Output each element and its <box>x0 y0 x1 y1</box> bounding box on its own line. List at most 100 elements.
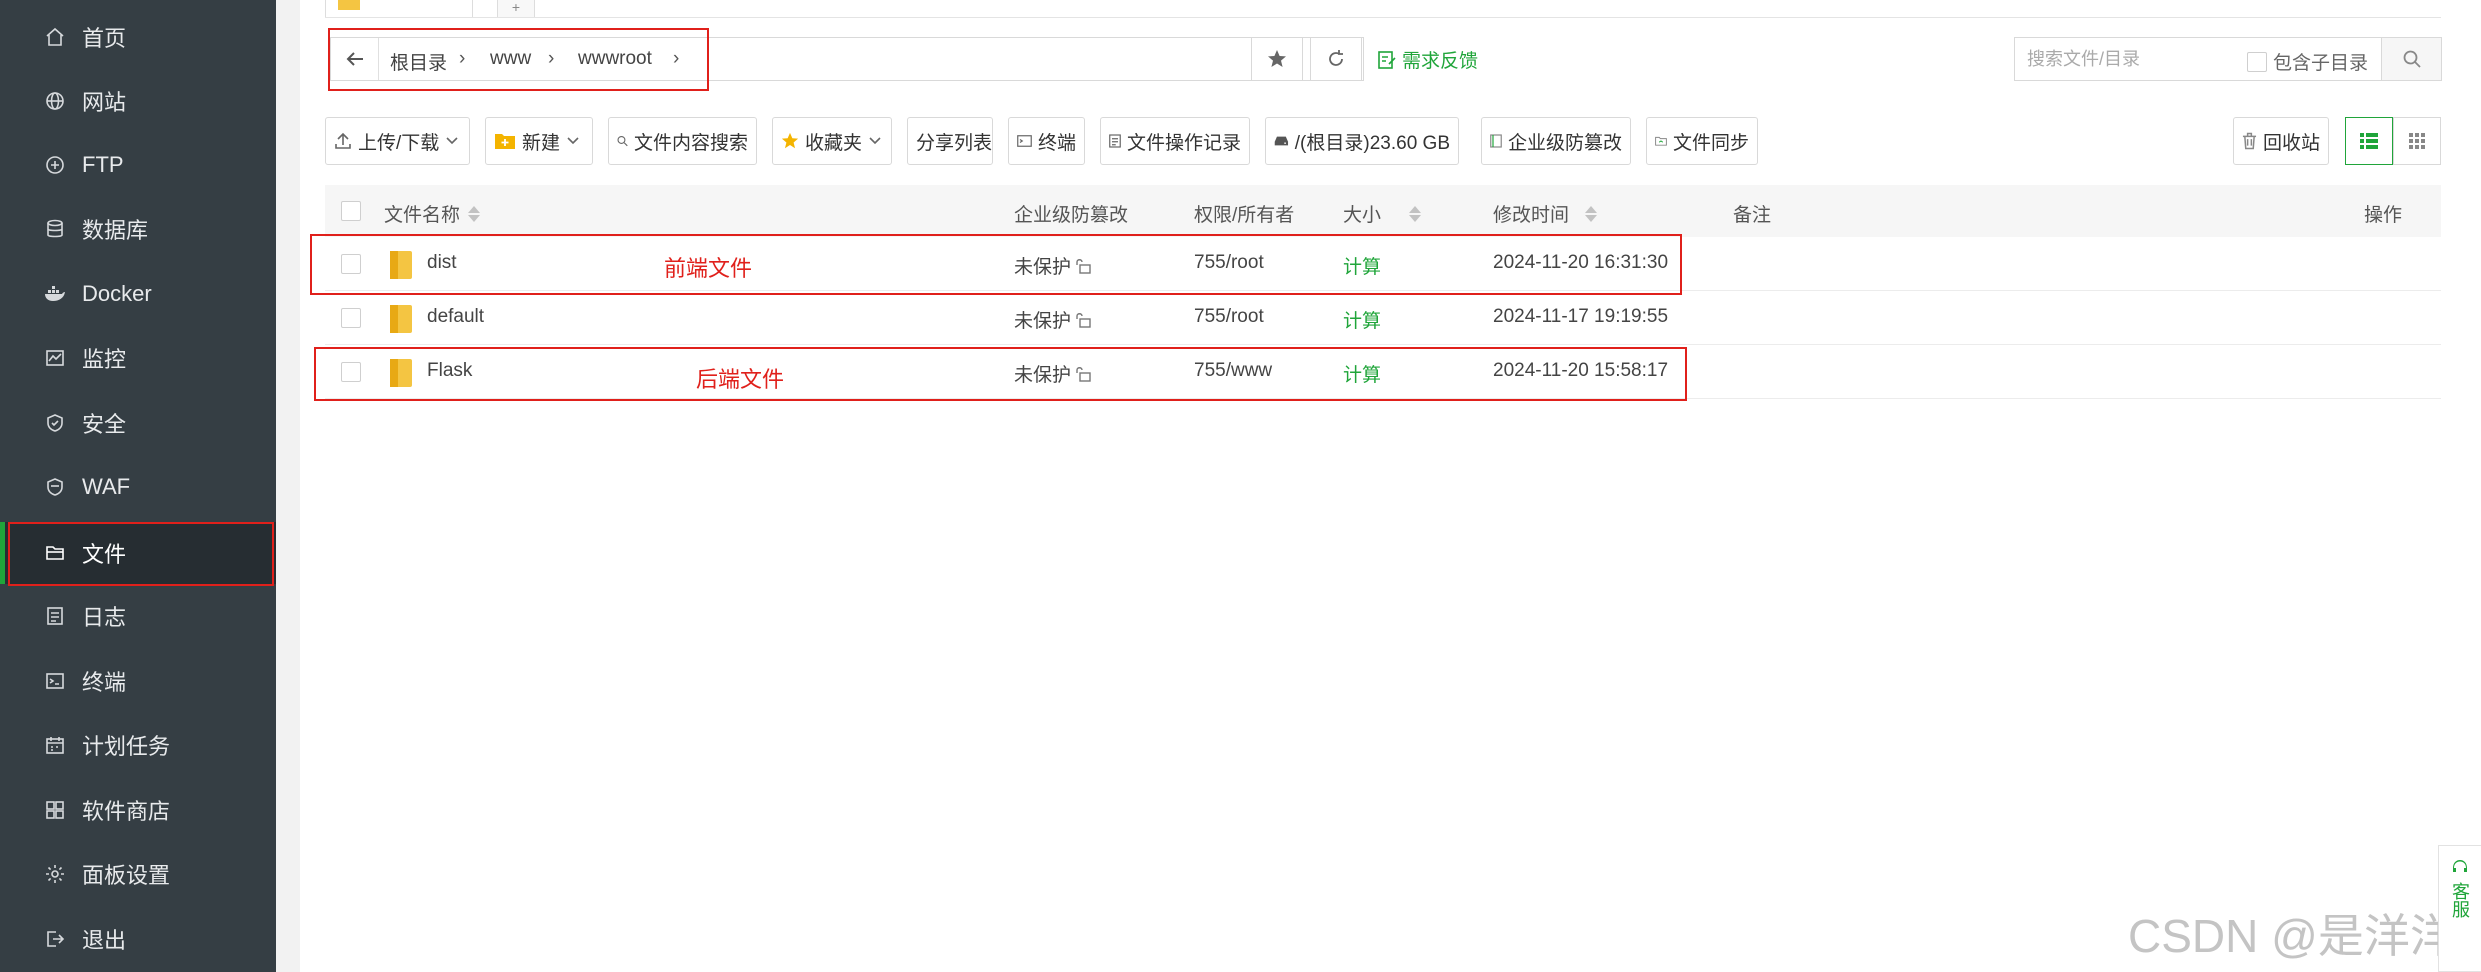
terminal-icon <box>1017 135 1032 147</box>
gear-icon <box>44 863 66 885</box>
grid-view-button[interactable] <box>2393 117 2441 165</box>
sidebar-item-store[interactable]: 软件商店 <box>0 779 276 841</box>
column-name-label: 文件名称 <box>384 205 461 226</box>
column-name[interactable]: 文件名称 <box>384 200 481 227</box>
terminal-label: 终端 <box>1037 132 1076 154</box>
content-search-button[interactable]: 文件内容搜索 <box>608 117 757 165</box>
sidebar-item-settings[interactable]: 面板设置 <box>0 843 276 905</box>
permission-owner[interactable]: 755/root <box>1194 252 1264 274</box>
row-checkbox[interactable] <box>341 254 361 274</box>
tamper-proof-button[interactable]: 企业级防篡改 <box>1481 117 1631 165</box>
chevron-down-icon <box>446 137 458 145</box>
row-checkbox[interactable] <box>341 308 361 328</box>
arrow-left-icon <box>346 52 363 66</box>
tamper-status[interactable]: 未保护 <box>1014 360 1091 387</box>
annotation-frontend: 前端文件 <box>664 256 753 281</box>
recycle-bin-button[interactable]: 回收站 <box>2233 117 2329 165</box>
sidebar-item-ftp[interactable]: FTP <box>0 134 276 196</box>
sidebar-item-home[interactable]: 首页 <box>0 6 276 68</box>
sort-icon <box>1585 205 1598 222</box>
file-sync-label: 文件同步 <box>1672 132 1749 154</box>
breadcrumb-root[interactable]: 根目录 <box>390 48 447 75</box>
sidebar-item-waf[interactable]: WAF <box>0 456 276 518</box>
path-bar[interactable]: 根目录 › www › wwwroot › <box>330 37 1364 81</box>
search-input[interactable] <box>2027 46 2227 72</box>
back-button[interactable] <box>331 38 379 80</box>
favorite-button[interactable] <box>1251 37 1303 81</box>
sidebar-item-files[interactable]: 文件 <box>0 522 276 584</box>
file-name[interactable]: Flask <box>427 360 472 382</box>
chevron-right-icon: › <box>673 48 680 69</box>
sidebar-item-label: 首页 <box>82 26 127 51</box>
column-size[interactable]: 大小 <box>1343 200 1422 227</box>
permission-owner[interactable]: 755/www <box>1194 360 1272 382</box>
column-permission: 权限/所有者 <box>1194 205 1295 226</box>
file-op-log-button[interactable]: 文件操作记录 <box>1100 117 1250 165</box>
disk-label: /(根目录)23.60 GB <box>1294 132 1450 154</box>
new-button[interactable]: 新建 <box>485 117 593 165</box>
unlock-icon <box>1076 258 1091 274</box>
customer-service-button[interactable]: 客服 <box>2438 845 2481 972</box>
docker-icon <box>44 283 66 305</box>
upload-download-button[interactable]: 上传/下载 <box>325 117 470 165</box>
breadcrumb-www[interactable]: www <box>490 48 531 70</box>
log-icon <box>44 605 66 627</box>
tamper-status-label: 未保护 <box>1014 365 1072 386</box>
sidebar-item-terminal[interactable]: 终端 <box>0 650 276 712</box>
column-ops: 操作 <box>2364 205 2403 226</box>
share-list-label: 分享列表 <box>916 132 993 154</box>
file-search: 包含子目录 <box>2014 37 2442 81</box>
file-name[interactable]: default <box>427 306 484 328</box>
disk-icon <box>1274 136 1289 146</box>
modified-time: 2024-11-20 15:58:17 <box>1493 360 1669 381</box>
include-subdir-checkbox[interactable]: 包含子目录 <box>2247 48 2368 75</box>
customer-service-label: 客服 <box>2450 882 2470 918</box>
permission-owner[interactable]: 755/root <box>1194 306 1264 328</box>
sidebar-item-logs[interactable]: 日志 <box>0 585 276 647</box>
shield-icon <box>44 412 66 434</box>
sidebar-item-logout[interactable]: 退出 <box>0 908 276 970</box>
column-mtime-label: 修改时间 <box>1493 205 1570 226</box>
row-checkbox[interactable] <box>341 362 361 382</box>
home-icon <box>44 26 66 48</box>
upload-icon <box>335 132 351 149</box>
checkbox[interactable] <box>2247 51 2267 72</box>
file-op-log-label: 文件操作记录 <box>1126 132 1241 154</box>
content-search-label: 文件内容搜索 <box>633 132 748 154</box>
table-row[interactable]: dist 未保护 755/root 计算 2024-11-20 16:31:30 <box>325 237 2441 291</box>
select-all-checkbox[interactable] <box>341 201 361 221</box>
sidebar-item-docker[interactable]: Docker <box>0 263 276 325</box>
grid-view-icon <box>2409 133 2425 149</box>
sidebar-item-security[interactable]: 安全 <box>0 392 276 454</box>
tamper-status[interactable]: 未保护 <box>1014 252 1091 279</box>
breadcrumb-wwwroot[interactable]: wwwroot <box>578 48 652 70</box>
terminal-button[interactable]: 终端 <box>1008 117 1085 165</box>
add-tab-button[interactable]: + <box>497 0 535 18</box>
globe-icon <box>44 90 66 112</box>
edit-note-icon <box>1378 50 1396 69</box>
file-name[interactable]: dist <box>427 252 457 274</box>
list-view-button[interactable] <box>2345 117 2393 165</box>
size-calc-link[interactable]: 计算 <box>1343 306 1381 333</box>
disk-button[interactable]: /(根目录)23.60 GB <box>1265 117 1459 165</box>
tab-wwwroot[interactable] <box>325 0 473 18</box>
sidebar-item-cron[interactable]: 计划任务 <box>0 714 276 776</box>
share-list-button[interactable]: 分享列表 <box>907 117 993 165</box>
column-mtime[interactable]: 修改时间 <box>1493 200 1598 227</box>
sidebar-item-website[interactable]: 网站 <box>0 70 276 132</box>
sidebar-item-database[interactable]: 数据库 <box>0 198 276 260</box>
size-calc-link[interactable]: 计算 <box>1343 252 1381 279</box>
table-row[interactable]: Flask 未保护 755/www 计算 2024-11-20 15:58:17 <box>325 345 2441 399</box>
sidebar-item-monitor[interactable]: 监控 <box>0 327 276 389</box>
tamper-status[interactable]: 未保护 <box>1014 306 1091 333</box>
refresh-button[interactable] <box>1310 37 1362 81</box>
folder-sync-icon <box>1655 136 1667 146</box>
feedback-link[interactable]: 需求反馈 <box>1378 46 1478 73</box>
watermark: CSDN @是洋洋a <box>2128 910 2481 962</box>
file-sync-button[interactable]: 文件同步 <box>1646 117 1758 165</box>
favorites-button[interactable]: 收藏夹 <box>772 117 892 165</box>
chevron-down-icon <box>869 137 881 145</box>
search-button[interactable] <box>2381 38 2441 80</box>
table-row[interactable]: default 未保护 755/root 计算 2024-11-17 19:19… <box>325 291 2441 345</box>
size-calc-link[interactable]: 计算 <box>1343 360 1381 387</box>
